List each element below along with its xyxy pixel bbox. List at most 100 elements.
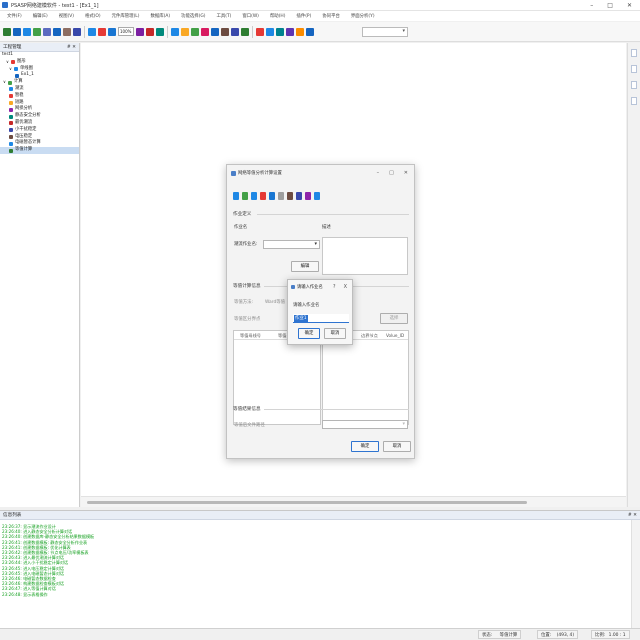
info-vertical-scrollbar[interactable] (631, 520, 640, 629)
tree-item[interactable]: ∨ 图形 (0, 59, 79, 66)
tree-item[interactable]: ∨ 单线图 (0, 66, 79, 73)
tree-root[interactable]: test1 (0, 52, 79, 59)
library-tab-icon[interactable] (631, 65, 637, 73)
toolbar-tool-icon[interactable] (171, 27, 179, 36)
menu-item[interactable]: 格式(O) (80, 13, 106, 19)
select-button[interactable]: 选择 (380, 313, 408, 324)
dialog-close-button[interactable]: ✕ (404, 170, 408, 176)
toolbar-tool-icon[interactable] (23, 27, 31, 36)
tree-item[interactable]: 短路 (0, 100, 79, 107)
dialog-tool-icon[interactable] (242, 192, 248, 200)
toolbar-tool-icon[interactable] (3, 27, 11, 36)
output-tab-icon[interactable] (631, 97, 637, 105)
help-button[interactable]: ? (333, 284, 336, 290)
tree-item[interactable]: 电磁暂态计算 (0, 140, 79, 147)
toolbar-tool-icon[interactable] (88, 27, 96, 36)
toolbar-tool-icon[interactable] (276, 27, 284, 36)
input-dialog-close-button[interactable]: X (344, 284, 347, 290)
close-button[interactable]: ✕ (627, 2, 632, 9)
menu-item[interactable]: 功能选择(G) (176, 13, 210, 19)
tree-item[interactable]: 最优潮流 (0, 120, 79, 127)
tree-item[interactable]: 等值计算 (0, 147, 79, 154)
menu-item[interactable]: 工具(T) (211, 13, 236, 19)
result-path-select[interactable] (322, 420, 408, 429)
toolbar-tool-icon[interactable] (266, 27, 274, 36)
menu-item[interactable]: 窗口(W) (237, 13, 264, 19)
input-cancel-button[interactable]: 取消 (324, 328, 346, 339)
menu-item[interactable]: 协同平台 (317, 13, 345, 19)
cancel-button[interactable]: 取消 (383, 441, 411, 452)
dialog-tool-icon[interactable] (305, 192, 311, 200)
tree-item-label: 潮流 (15, 85, 24, 91)
toolbar-tool-icon[interactable] (156, 27, 164, 36)
menu-item[interactable]: 元件库管理(L) (107, 13, 145, 19)
horizontal-scrollbar[interactable] (81, 496, 626, 507)
minimize-button[interactable]: – (590, 2, 593, 9)
input-prompt: 请输入作业名 (293, 303, 320, 308)
panel-pin-close[interactable]: # ✕ (67, 45, 76, 50)
toolbar-tool-icon[interactable] (286, 27, 294, 36)
tree-item[interactable]: 潮流 (0, 86, 79, 93)
maximize-button[interactable]: □ (607, 2, 613, 9)
input-ok-button[interactable]: 确定 (298, 328, 320, 339)
toolbar-tool-icon[interactable] (136, 27, 144, 36)
properties-tab-icon[interactable] (631, 49, 637, 57)
project-panel-header: 工程管理 # ✕ (0, 43, 79, 52)
toolbar-tool-icon[interactable] (211, 27, 219, 36)
layers-tab-icon[interactable] (631, 81, 637, 89)
selected-text: 作业1 (294, 315, 308, 322)
tree-toggle-icon[interactable]: ∨ (9, 66, 13, 73)
toolbar-tool-icon[interactable] (256, 27, 264, 36)
tree-toggle-icon[interactable]: ∨ (3, 79, 7, 86)
toolbar-tool-icon[interactable] (33, 27, 41, 36)
toolbar-tool-icon[interactable] (63, 27, 71, 36)
tree-item[interactable]: Ex1_1 (0, 72, 79, 79)
toolbar-tool-icon[interactable] (146, 27, 154, 36)
tree-item[interactable]: 小干扰稳定 (0, 127, 79, 134)
ok-button[interactable]: 确定 (351, 441, 379, 452)
tree-toggle-icon[interactable]: ∨ (6, 59, 10, 66)
toolbar-tool-icon[interactable] (98, 27, 106, 36)
zoom-select[interactable]: 100% (118, 27, 134, 36)
scrollbar-thumb[interactable] (87, 501, 527, 504)
toolbar-tool-icon[interactable] (108, 27, 116, 36)
toolbar-tool-icon[interactable] (201, 27, 209, 36)
dialog-tool-icon[interactable] (260, 192, 266, 200)
toolbar-tool-icon[interactable] (306, 27, 314, 36)
tree-item[interactable]: ∨ 计算 (0, 79, 79, 86)
toolbar-tool-icon[interactable] (53, 27, 61, 36)
dialog-tool-icon[interactable] (269, 192, 275, 200)
toolbar-combo[interactable] (362, 26, 408, 37)
dialog-tool-icon[interactable] (314, 192, 320, 200)
description-textarea[interactable] (322, 237, 408, 275)
toolbar-tool-icon[interactable] (191, 27, 199, 36)
dialog-tool-icon[interactable] (278, 192, 284, 200)
dialog-tool-icon[interactable] (287, 192, 293, 200)
menu-item[interactable]: 界面分析(Y) (346, 13, 380, 19)
menu-item[interactable]: 数据库(A) (145, 13, 175, 19)
toolbar-tool-icon[interactable] (181, 27, 189, 36)
toolbar-tool-icon[interactable] (43, 27, 51, 36)
dialog-minimize-button[interactable]: – (377, 170, 380, 176)
toolbar-tool-icon[interactable] (13, 27, 21, 36)
dialog-maximize-button[interactable]: □ (389, 170, 394, 176)
edit-button[interactable]: 编辑 (291, 261, 319, 272)
toolbar-tool-icon[interactable] (241, 27, 249, 36)
toolbar-tool-icon[interactable] (73, 27, 81, 36)
dialog-tool-icon[interactable] (296, 192, 302, 200)
menu-item[interactable]: 插件(P) (291, 13, 316, 19)
dialog-tool-icon[interactable] (251, 192, 257, 200)
toolbar-tool-icon[interactable] (221, 27, 229, 36)
menu-bar: 文件(F) 编辑(E) 视图(V) 格式(O) 元件库管理(L) 数据库(A) 功能选择(G… (0, 11, 640, 21)
menu-item[interactable]: 编辑(E) (28, 13, 53, 19)
tree-item[interactable]: 静态安全分析 (0, 113, 79, 120)
dialog-tool-icon[interactable] (233, 192, 239, 200)
toolbar-tool-icon[interactable] (296, 27, 304, 36)
tree-item[interactable]: 暂稳 (0, 93, 79, 100)
toolbar-tool-icon[interactable] (231, 27, 239, 36)
menu-item[interactable]: 文件(F) (2, 13, 27, 19)
menu-item[interactable]: 视图(V) (54, 13, 79, 19)
flow-job-select[interactable] (263, 240, 320, 249)
menu-item[interactable]: 帮助(H) (265, 13, 291, 19)
info-panel-pin-close[interactable]: # ✕ (628, 513, 637, 518)
